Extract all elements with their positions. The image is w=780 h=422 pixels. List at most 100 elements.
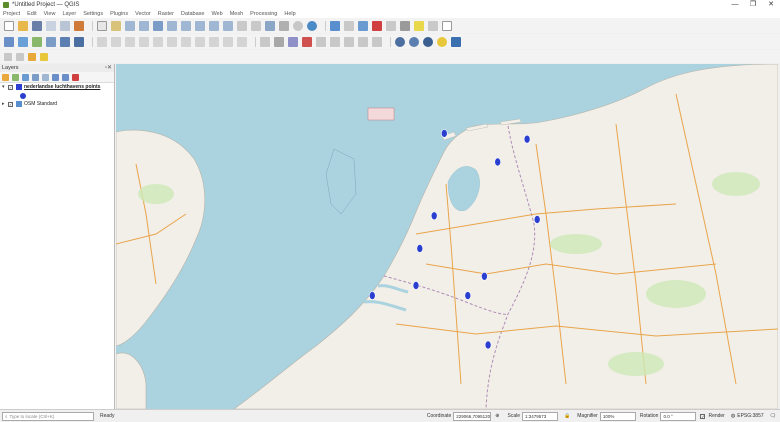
add-vector-layer-icon[interactable] xyxy=(18,36,28,47)
layer-dropdown-icon[interactable] xyxy=(16,52,24,61)
remove-layer-icon[interactable] xyxy=(72,73,79,81)
identify-features-icon[interactable] xyxy=(330,20,340,31)
airport-marker-point[interactable] xyxy=(523,134,531,144)
expand-all-icon[interactable] xyxy=(52,73,59,81)
render-checkbox[interactable]: ✓ xyxy=(700,413,706,419)
menu-settings[interactable]: Settings xyxy=(83,11,103,17)
zoom-last-icon[interactable] xyxy=(209,20,219,31)
airport-marker-point[interactable] xyxy=(464,291,472,300)
zoom-native-icon[interactable] xyxy=(195,20,205,31)
show-hide-labels-icon[interactable] xyxy=(288,36,298,47)
menu-edit[interactable]: Edit xyxy=(27,11,36,17)
add-spatialite-icon[interactable] xyxy=(74,36,84,47)
layer-item-osm[interactable]: ▸ ✓ OSM Standard xyxy=(0,100,114,109)
panel-close-button[interactable]: ▫✕ xyxy=(105,64,112,72)
magnifier-spinbox[interactable]: 100% xyxy=(599,411,636,421)
airport-marker-point[interactable] xyxy=(430,211,438,221)
add-feature-icon[interactable] xyxy=(139,36,149,47)
show-bookmarks-icon[interactable] xyxy=(279,20,289,31)
airport-marker-point[interactable] xyxy=(494,157,502,167)
maximize-button[interactable]: ❐ xyxy=(744,0,762,10)
airport-marker-point[interactable] xyxy=(484,340,492,350)
pan-to-selection-icon[interactable] xyxy=(111,20,121,31)
cut-features-icon[interactable] xyxy=(181,36,191,47)
unpin-label-icon[interactable] xyxy=(372,36,382,47)
delete-selected-icon[interactable] xyxy=(167,36,177,47)
airport-marker-point[interactable] xyxy=(412,281,420,290)
new-map-view-icon[interactable] xyxy=(237,20,247,31)
rotation-spinbox[interactable]: 0.0 ° xyxy=(660,411,697,421)
menu-layer[interactable]: Layer xyxy=(62,11,76,17)
minimize-button[interactable]: — xyxy=(726,0,744,10)
zoom-next-icon[interactable] xyxy=(223,20,233,31)
filter-legend-icon[interactable] xyxy=(32,73,39,81)
zoom-out-icon[interactable] xyxy=(139,20,149,31)
new-print-layout-icon[interactable] xyxy=(46,20,56,31)
label-properties-icon[interactable] xyxy=(358,36,368,47)
current-edits-icon[interactable] xyxy=(97,36,107,47)
add-raster-layer-icon[interactable] xyxy=(32,36,42,47)
new-3d-view-icon[interactable] xyxy=(251,20,261,31)
rotate-label-icon[interactable] xyxy=(316,36,326,47)
bookmark-icon[interactable] xyxy=(265,20,275,31)
toggle-editing-icon[interactable] xyxy=(111,36,121,47)
pan-hand-icon[interactable] xyxy=(97,20,107,31)
label-tool-icon[interactable] xyxy=(260,36,270,47)
airport-marker-point[interactable] xyxy=(368,291,376,300)
crs-globe-icon[interactable]: ◍ xyxy=(731,413,735,419)
vertex-tool-icon[interactable] xyxy=(153,36,163,47)
copy-features-icon[interactable] xyxy=(195,36,205,47)
layer-visibility-checkbox[interactable]: ✓ xyxy=(8,101,13,107)
redo-icon[interactable] xyxy=(237,36,247,47)
text-annotation-icon[interactable] xyxy=(442,20,452,31)
add-point-icon[interactable] xyxy=(28,52,36,61)
layer-item-airports[interactable]: ▾ ✓ nederlandse luchthavens points xyxy=(0,83,114,92)
close-button[interactable]: ✕ xyxy=(762,0,780,10)
open-attribute-table-icon[interactable] xyxy=(344,20,354,31)
filter-by-expression-icon[interactable] xyxy=(42,73,49,81)
open-layer-styling-icon[interactable] xyxy=(2,73,9,81)
manage-map-themes-icon[interactable] xyxy=(22,73,29,81)
diagram-icon[interactable] xyxy=(344,36,354,47)
map-canvas-svg[interactable] xyxy=(116,64,778,409)
airport-marker-point[interactable] xyxy=(440,129,448,138)
add-group-icon[interactable] xyxy=(12,73,19,81)
menu-mesh[interactable]: Mesh xyxy=(230,11,243,17)
settings-gear-icon[interactable] xyxy=(358,20,368,31)
menu-vector[interactable]: Vector xyxy=(135,11,151,17)
layer-visibility-checkbox[interactable]: ✓ xyxy=(8,84,13,90)
menu-plugins[interactable]: Plugins xyxy=(110,11,128,17)
style-manager-icon[interactable] xyxy=(74,20,84,31)
open-project-icon[interactable] xyxy=(18,20,28,31)
zoom-to-layer-icon[interactable] xyxy=(181,20,191,31)
refresh-icon[interactable] xyxy=(307,20,317,31)
statistics-sum-icon[interactable] xyxy=(372,20,382,31)
field-calculator-icon[interactable] xyxy=(386,20,396,31)
messages-icon[interactable]: 🗨 xyxy=(770,413,776,419)
menu-project[interactable]: Project xyxy=(3,11,20,17)
search-icon[interactable] xyxy=(409,36,419,47)
add-wms-layer-icon[interactable] xyxy=(60,36,70,47)
airport-marker-point[interactable] xyxy=(481,272,488,281)
scale-combobox[interactable]: 1:3479573 xyxy=(522,411,559,421)
layer-group-icon[interactable] xyxy=(4,52,12,61)
layout-manager-icon[interactable] xyxy=(60,20,70,31)
zoom-in-icon[interactable] xyxy=(125,20,135,31)
zoom-full-icon[interactable] xyxy=(153,20,163,31)
menu-help[interactable]: Help xyxy=(284,11,295,17)
airport-marker-point[interactable] xyxy=(533,215,541,224)
data-source-manager-icon[interactable] xyxy=(4,36,14,47)
map-tips-icon[interactable] xyxy=(414,20,424,31)
lock-scale-icon[interactable]: 🔒 xyxy=(564,413,570,419)
save-project-icon[interactable] xyxy=(32,20,42,31)
menu-processing[interactable]: Processing xyxy=(250,11,277,17)
new-project-icon[interactable] xyxy=(4,20,14,31)
menu-web[interactable]: Web xyxy=(211,11,222,17)
airport-marker-point[interactable] xyxy=(416,244,424,253)
annotation-icon[interactable] xyxy=(428,20,438,31)
collapse-all-icon[interactable] xyxy=(62,73,69,81)
save-edits-icon[interactable] xyxy=(125,36,135,47)
toggle-extents-icon[interactable]: ⊕ xyxy=(495,413,499,419)
pin-labels-icon[interactable] xyxy=(274,36,284,47)
add-delimited-text-icon[interactable] xyxy=(46,36,56,47)
